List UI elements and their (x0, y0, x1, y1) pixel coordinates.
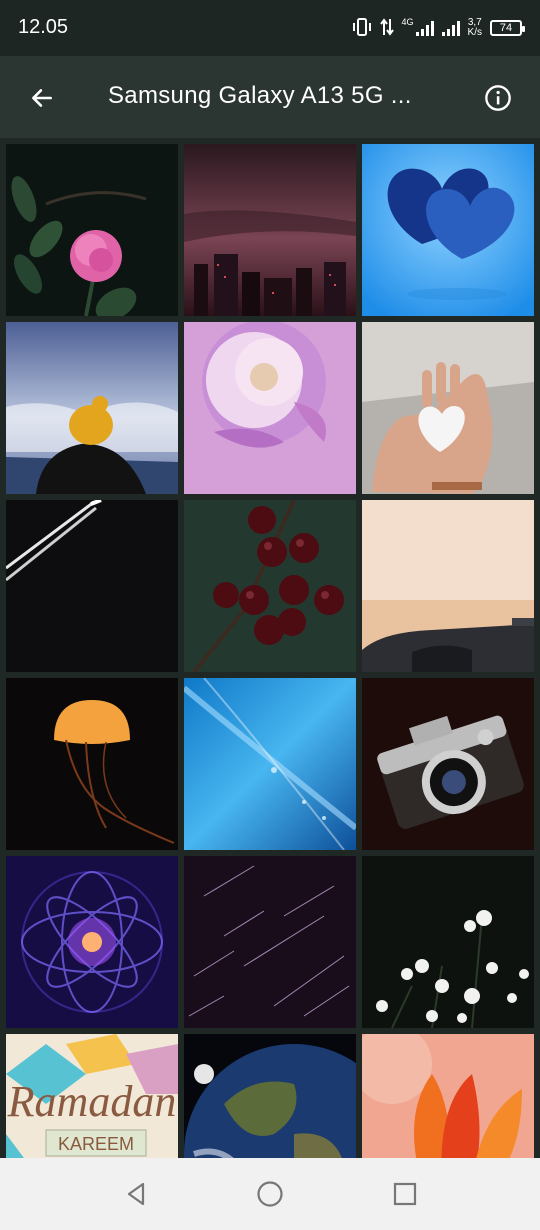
status-icons: 4G 3,7 K/s 74 (352, 14, 525, 42)
network-type: 4G (401, 17, 414, 27)
nav-back-button[interactable] (116, 1174, 156, 1214)
signal-2-icon (441, 20, 460, 36)
arrow-left-icon (32, 89, 52, 107)
square-recents-icon (393, 1182, 417, 1206)
battery-icon: 74 (490, 20, 525, 36)
wallpaper-tile-snow-heart-hand[interactable] (362, 322, 534, 494)
battery-level: 74 (499, 22, 513, 34)
back-button[interactable] (22, 78, 62, 118)
nav-home-button[interactable] (250, 1174, 290, 1214)
wallpaper-tile-blue-knitted-hearts[interactable] (362, 144, 534, 316)
info-icon (485, 85, 511, 111)
info-button[interactable] (478, 78, 518, 118)
wallpaper-tile-car-sunset[interactable] (362, 500, 534, 672)
wallpaper-tile-orange-jellyfish[interactable] (6, 678, 178, 850)
triangle-back-icon (127, 1182, 145, 1206)
wallpaper-tile-dark-diagonal-lines[interactable] (6, 500, 178, 672)
nav-recents-button[interactable] (385, 1174, 425, 1214)
circle-home-icon (257, 1181, 283, 1207)
wallpaper-tile-star-trails[interactable] (184, 856, 356, 1028)
wallpaper-tile-red-tulip[interactable] (362, 1034, 534, 1158)
wallpaper-grid: Ramadan KAREEM (0, 138, 540, 1158)
wallpaper-tile-white-flowers-dark[interactable] (362, 856, 534, 1028)
wallpaper-tile-blue-feather[interactable] (184, 678, 356, 850)
wallpaper-tile-pink-rose[interactable] (6, 144, 178, 316)
ramadan-text: Ramadan (7, 1077, 177, 1126)
wallpaper-tile-person-yellow-beanie[interactable] (6, 322, 178, 494)
navigation-bar (0, 1158, 540, 1230)
status-bar: 12.05 4G 3,7 K/s 74 (0, 0, 540, 56)
network-speed: 3,7 K/s (467, 17, 482, 38)
signal-1-icon (415, 20, 434, 36)
wallpaper-tile-ramadan-kareem[interactable]: Ramadan KAREEM (6, 1034, 178, 1158)
data-transfer-icon (379, 17, 394, 39)
wallpaper-tile-city-skyline-dusk[interactable] (184, 144, 356, 316)
vibrate-icon (352, 17, 372, 39)
kareem-text: KAREEM (58, 1134, 134, 1154)
app-bar: Samsung Galaxy A13 5G ... (0, 56, 540, 138)
status-time: 12.05 (18, 16, 69, 38)
wallpaper-tile-vintage-camera[interactable] (362, 678, 534, 850)
page-title: Samsung Galaxy A13 5G ... (108, 82, 412, 109)
wallpaper-tile-earth-from-space[interactable] (184, 1034, 356, 1158)
wallpaper-tile-purple-fractal[interactable] (6, 856, 178, 1028)
wallpaper-tile-pink-peony[interactable] (184, 322, 356, 494)
wallpaper-tile-dark-cherries[interactable] (184, 500, 356, 672)
